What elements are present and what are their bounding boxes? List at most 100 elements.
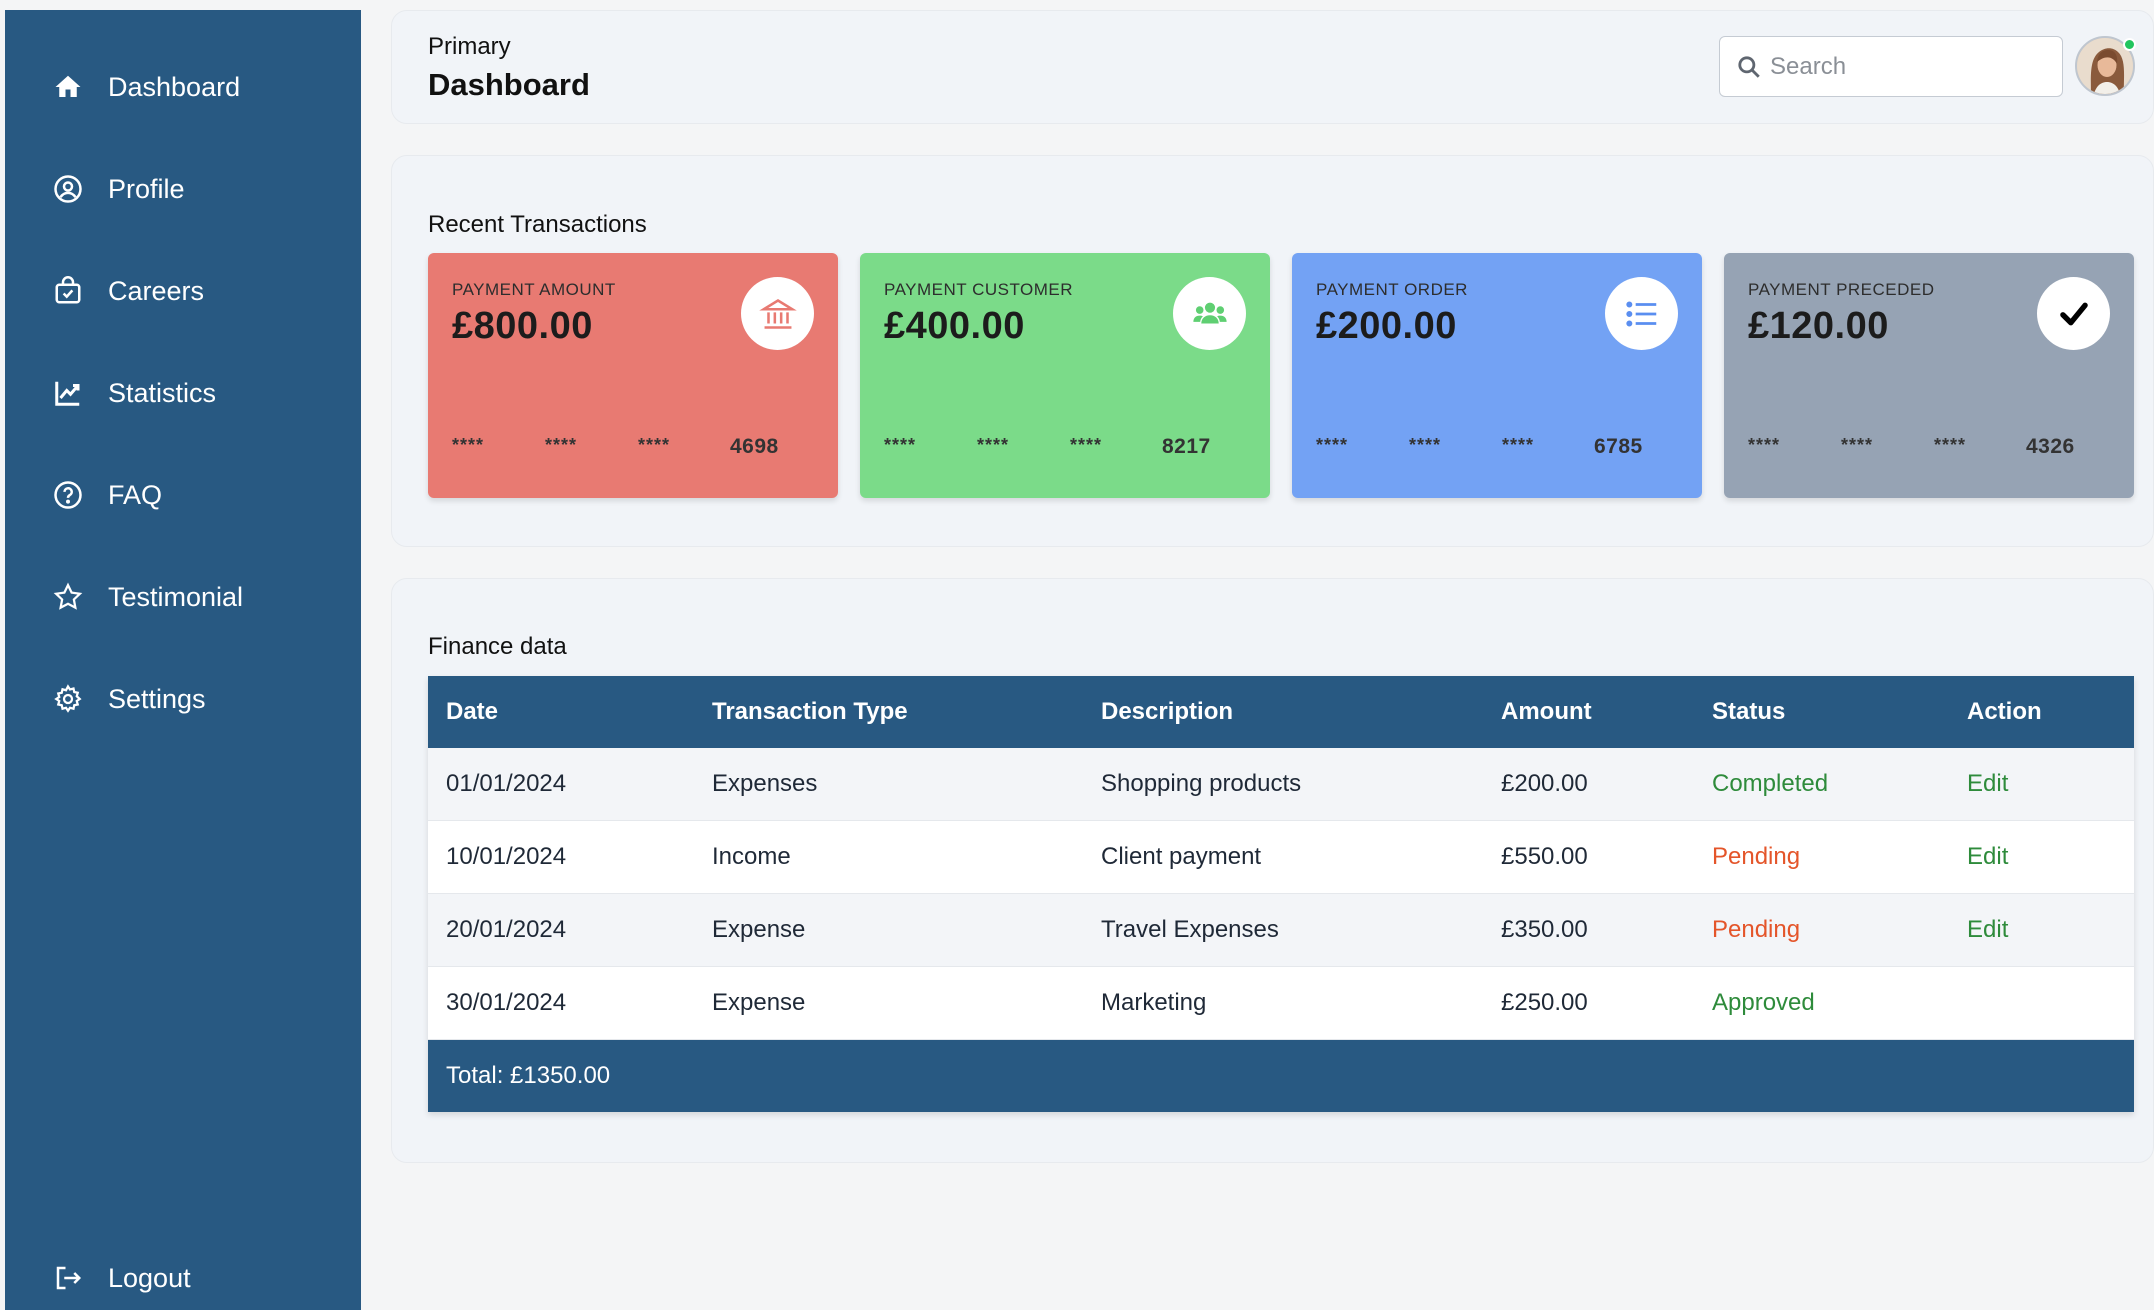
- table-row: 20/01/2024 Expense Travel Expenses £350.…: [428, 894, 2134, 967]
- briefcase-icon: [48, 271, 88, 311]
- sidebar-item-label: FAQ: [108, 479, 163, 510]
- cell-date: 30/01/2024: [446, 989, 567, 1016]
- chart-line-icon: [48, 373, 88, 413]
- sidebar-item-label: Dashboard: [108, 71, 241, 102]
- cell-transaction-type: Income: [712, 843, 791, 870]
- cell-amount: £200.00: [1501, 770, 1588, 797]
- edit-link[interactable]: Edit: [1967, 748, 2008, 820]
- cell-transaction-type: Expense: [712, 989, 806, 1016]
- question-circle-icon: [48, 475, 88, 515]
- logout-button[interactable]: Logout: [52, 1248, 191, 1308]
- card-mask: ****: [638, 435, 671, 455]
- transaction-card-payment-amount[interactable]: PAYMENT AMOUNT £800.00 **** **** **** 46…: [428, 253, 838, 498]
- card-mask: ****: [1316, 435, 1349, 455]
- search-icon: [1738, 55, 1760, 78]
- cell-amount: £550.00: [1501, 843, 1588, 870]
- card-caption: PAYMENT AMOUNT: [452, 280, 616, 299]
- card-amount: £200.00: [1316, 305, 1457, 347]
- sidebar-item-testimonial[interactable]: Testimonial: [52, 567, 243, 627]
- column-header-description[interactable]: Description: [1101, 676, 1233, 748]
- card-amount: £120.00: [1748, 305, 1889, 347]
- total-amount: Total: £1350.00: [446, 1062, 611, 1089]
- card-amount: £800.00: [452, 305, 593, 347]
- list-icon: [1605, 277, 1678, 350]
- search-box[interactable]: [1719, 36, 2063, 97]
- cell-description: Shopping products: [1101, 770, 1302, 797]
- search-input[interactable]: [1770, 52, 2050, 81]
- user-circle-icon: [48, 169, 88, 209]
- cell-amount: £350.00: [1501, 916, 1588, 943]
- card-caption: PAYMENT ORDER: [1316, 280, 1468, 299]
- finance-data-title: Finance data: [428, 633, 567, 660]
- finance-data-panel: Finance data Date Transaction Type Descr…: [391, 578, 2154, 1163]
- home-icon: [48, 67, 88, 107]
- cell-date: 01/01/2024: [446, 770, 567, 797]
- logout-icon: [48, 1258, 88, 1298]
- transaction-card-payment-customer[interactable]: PAYMENT CUSTOMER £400.00 **** **** **** …: [860, 253, 1270, 498]
- column-header-amount[interactable]: Amount: [1501, 676, 1592, 748]
- transaction-card-payment-order[interactable]: PAYMENT ORDER £200.00 **** **** **** 678…: [1292, 253, 1702, 498]
- check-icon: [2037, 277, 2110, 350]
- cell-amount: £250.00: [1501, 989, 1588, 1016]
- card-mask: ****: [884, 435, 917, 455]
- gear-icon: [48, 679, 88, 719]
- table-row: 01/01/2024 Expenses Shopping products £2…: [428, 748, 2134, 821]
- cell-description: Client payment: [1101, 843, 1262, 870]
- card-mask: ****: [1409, 435, 1442, 455]
- sidebar-item-dashboard[interactable]: Dashboard: [52, 57, 240, 117]
- sidebar-item-settings[interactable]: Settings: [52, 669, 206, 729]
- card-mask: ****: [545, 435, 578, 455]
- page-title: Dashboard: [428, 67, 590, 102]
- column-header-transaction-type[interactable]: Transaction Type: [712, 676, 908, 748]
- card-last-digits: 4326: [2026, 435, 2075, 458]
- edit-link[interactable]: Edit: [1967, 821, 2008, 893]
- top-header: Primary Dashboard: [391, 10, 2154, 124]
- status-badge: Completed: [1712, 770, 1829, 797]
- sidebar-item-faq[interactable]: FAQ: [52, 465, 162, 525]
- recent-transactions-title: Recent Transactions: [428, 211, 647, 238]
- sidebar-item-careers[interactable]: Careers: [52, 261, 204, 321]
- card-mask: ****: [452, 435, 485, 455]
- column-header-status[interactable]: Status: [1712, 676, 1785, 748]
- cell-date: 10/01/2024: [446, 843, 567, 870]
- edit-link[interactable]: Edit: [1967, 894, 2008, 966]
- users-icon: [1173, 277, 1246, 350]
- sidebar-item-label: Settings: [108, 683, 206, 714]
- cell-transaction-type: Expenses: [712, 770, 818, 797]
- card-amount: £400.00: [884, 305, 1025, 347]
- cell-description: Travel Expenses: [1101, 916, 1279, 943]
- card-mask: ****: [1841, 435, 1874, 455]
- card-last-digits: 8217: [1162, 435, 1211, 458]
- card-mask: ****: [1748, 435, 1781, 455]
- bank-icon: [741, 277, 814, 350]
- finance-table: Date Transaction Type Description Amount…: [428, 676, 2134, 1112]
- card-caption: PAYMENT PRECEDED: [1748, 280, 1935, 299]
- card-mask: ****: [977, 435, 1010, 455]
- sidebar-item-profile[interactable]: Profile: [52, 159, 185, 219]
- sidebar-item-statistics[interactable]: Statistics: [52, 363, 216, 423]
- sidebar: Dashboard Profile Careers Statistics FAQ: [5, 10, 361, 1310]
- status-badge: Pending: [1712, 843, 1801, 870]
- table-header-row: Date Transaction Type Description Amount…: [428, 676, 2134, 748]
- cell-date: 20/01/2024: [446, 916, 567, 943]
- card-last-digits: 6785: [1594, 435, 1643, 458]
- sidebar-item-label: Profile: [108, 173, 185, 204]
- card-mask: ****: [1502, 435, 1535, 455]
- cell-description: Marketing: [1101, 989, 1207, 1016]
- online-status-dot: [2123, 38, 2136, 51]
- sidebar-item-label: Statistics: [108, 377, 217, 408]
- table-row: 30/01/2024 Expense Marketing £250.00 App…: [428, 967, 2134, 1040]
- table-row: 10/01/2024 Income Client payment £550.00…: [428, 821, 2134, 894]
- logout-label: Logout: [108, 1262, 191, 1293]
- cell-transaction-type: Expense: [712, 916, 806, 943]
- card-last-digits: 4698: [730, 435, 779, 458]
- column-header-action[interactable]: Action: [1967, 676, 2042, 748]
- app-root: Dashboard Profile Careers Statistics FAQ: [0, 0, 2154, 1310]
- table-footer: Total: £1350.00: [428, 1040, 2134, 1112]
- card-mask: ****: [1934, 435, 1967, 455]
- breadcrumb: Primary: [428, 33, 511, 60]
- column-header-date[interactable]: Date: [446, 676, 498, 748]
- card-caption: PAYMENT CUSTOMER: [884, 280, 1074, 299]
- transaction-card-payment-preceded[interactable]: PAYMENT PRECEDED £120.00 **** **** **** …: [1724, 253, 2134, 498]
- card-mask: ****: [1070, 435, 1103, 455]
